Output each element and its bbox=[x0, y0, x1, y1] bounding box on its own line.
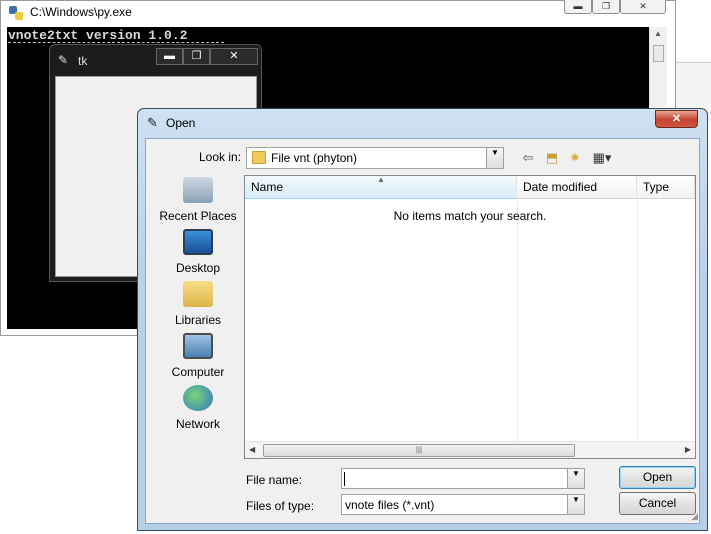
console-scrollbar[interactable]: ▲ bbox=[649, 27, 667, 107]
up-folder-icon[interactable]: ⬒ bbox=[542, 149, 562, 167]
horizontal-scrollbar[interactable]: ◀ ||| ▶ bbox=[245, 441, 695, 458]
place-label: Libraries bbox=[174, 313, 222, 327]
column-header-type[interactable]: Type bbox=[637, 176, 695, 199]
column-header-label: Type bbox=[643, 180, 670, 194]
libraries-icon bbox=[183, 281, 213, 307]
sort-ascending-icon: ▲ bbox=[377, 175, 385, 184]
column-header-date-modified[interactable]: Date modified bbox=[517, 176, 637, 199]
open-button[interactable]: Open bbox=[619, 466, 696, 489]
look-in-dropdown[interactable]: File vnt (phyton) ▼ bbox=[246, 147, 504, 169]
tk-close-button[interactable]: ✕ bbox=[210, 48, 258, 65]
resize-grip-icon[interactable]: ◢ bbox=[691, 511, 698, 522]
empty-list-message: No items match your search. bbox=[393, 209, 547, 223]
files-of-type-label: Files of type: bbox=[246, 499, 315, 513]
places-bar: Recent Places Desktop Libraries Computer… bbox=[151, 177, 245, 439]
place-label: Computer bbox=[171, 365, 225, 379]
chevron-down-icon[interactable]: ▼ bbox=[567, 469, 584, 488]
place-label: Network bbox=[175, 417, 220, 431]
network-icon bbox=[183, 385, 213, 411]
text-cursor bbox=[344, 472, 345, 486]
place-computer[interactable]: Computer bbox=[151, 333, 245, 383]
scroll-right-icon[interactable]: ▶ bbox=[685, 445, 691, 454]
console-titlebar[interactable]: C:\Windows\py.exe ▬ ❐ ✕ bbox=[1, 0, 675, 27]
terminal-separator bbox=[8, 42, 224, 43]
console-title: C:\Windows\py.exe bbox=[30, 5, 132, 19]
place-label: Recent Places bbox=[159, 209, 237, 223]
tk-maximize-button[interactable]: ❐ bbox=[183, 48, 210, 65]
feather-icon: ✎ bbox=[58, 53, 69, 67]
column-header-name[interactable]: Name ▲ bbox=[245, 175, 517, 199]
desktop-icon bbox=[183, 229, 213, 255]
console-minimize-button[interactable]: ▬ bbox=[564, 0, 592, 14]
feather-icon: ✎ bbox=[147, 115, 158, 130]
column-divider bbox=[517, 199, 518, 441]
tk-window-title: tk bbox=[78, 54, 88, 68]
chevron-down-icon[interactable]: ▼ bbox=[567, 495, 584, 514]
column-divider bbox=[637, 199, 638, 441]
folder-icon bbox=[252, 151, 266, 164]
console-close-button[interactable]: ✕ bbox=[620, 0, 666, 14]
file-name-label: File name: bbox=[246, 473, 303, 487]
look-in-label: Look in: bbox=[199, 150, 242, 164]
dialog-client-area: Look in: File vnt (phyton) ▼ ⇦ ⬒ ✷ ▦▾ Re… bbox=[145, 138, 700, 524]
place-libraries[interactable]: Libraries bbox=[151, 281, 245, 331]
dialog-title: Open bbox=[166, 116, 196, 130]
scrollbar-thumb[interactable] bbox=[653, 45, 664, 62]
place-desktop[interactable]: Desktop bbox=[151, 229, 245, 279]
python-icon bbox=[9, 6, 23, 20]
scroll-left-icon[interactable]: ◀ bbox=[249, 445, 255, 454]
computer-icon bbox=[183, 333, 213, 359]
tk-minimize-button[interactable]: ▬ bbox=[156, 48, 183, 65]
chevron-down-icon[interactable]: ▼ bbox=[486, 148, 503, 168]
scrollbar-thumb[interactable]: ||| bbox=[263, 444, 575, 457]
terminal-line: vnote2txt version 1.0.2 bbox=[8, 28, 188, 43]
new-folder-icon[interactable]: ✷ bbox=[565, 149, 585, 167]
files-of-type-dropdown[interactable]: vnote files (*.vnt) ▼ bbox=[341, 494, 585, 515]
look-in-value: File vnt (phyton) bbox=[271, 151, 358, 165]
place-label: Desktop bbox=[175, 261, 221, 275]
open-dialog: ✎ Open ✕ Look in: File vnt (phyton) ▼ ⇦ … bbox=[137, 108, 708, 531]
files-of-type-value: vnote files (*.vnt) bbox=[345, 498, 435, 512]
file-name-input[interactable]: ▼ bbox=[341, 468, 585, 489]
dialog-close-button[interactable]: ✕ bbox=[655, 110, 698, 128]
place-network[interactable]: Network bbox=[151, 385, 245, 435]
place-recent-places[interactable]: Recent Places bbox=[151, 177, 245, 227]
cancel-button[interactable]: Cancel bbox=[619, 492, 696, 515]
column-header-label: Date modified bbox=[523, 180, 598, 194]
view-menu-icon[interactable]: ▦▾ bbox=[588, 149, 616, 167]
scroll-up-icon[interactable]: ▲ bbox=[654, 29, 662, 38]
recent-places-icon bbox=[183, 177, 213, 203]
column-header-label: Name bbox=[251, 180, 284, 194]
back-arrow-icon[interactable]: ⇦ bbox=[518, 149, 538, 167]
console-maximize-button[interactable]: ❐ bbox=[592, 0, 620, 14]
file-list[interactable]: Name ▲ Date modified Type No items match… bbox=[244, 175, 696, 459]
